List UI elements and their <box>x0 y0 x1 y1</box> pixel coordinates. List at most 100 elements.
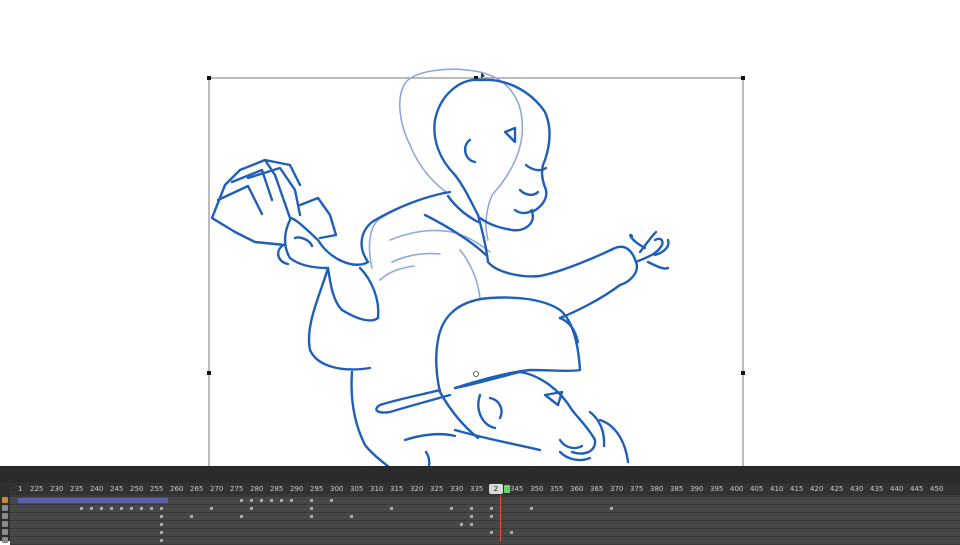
ruler-frame-number: 415 <box>790 485 804 493</box>
ruler-frame-number: 410 <box>770 485 784 493</box>
keyframe[interactable] <box>310 515 313 518</box>
keyframe[interactable] <box>470 515 473 518</box>
drawing-canvas[interactable] <box>0 0 960 466</box>
keyframe[interactable] <box>90 507 93 510</box>
keyframe[interactable] <box>270 499 273 502</box>
ruler-frame-number: 290 <box>290 485 304 493</box>
ruler-frame-number: 250 <box>130 485 144 493</box>
keyframe[interactable] <box>160 539 163 542</box>
keyframe[interactable] <box>110 507 113 510</box>
transform-handle-tl[interactable] <box>207 76 211 80</box>
ruler-frame-number: 390 <box>690 485 704 493</box>
transform-handle-ml[interactable] <box>207 371 211 375</box>
ruler-frame-number: 345 <box>510 485 524 493</box>
keyframe[interactable] <box>210 507 213 510</box>
layer-track[interactable] <box>10 521 960 529</box>
keyframe[interactable] <box>140 507 143 510</box>
ruler-frame-number: 385 <box>670 485 684 493</box>
keyframe[interactable] <box>280 499 283 502</box>
keyframe[interactable] <box>490 531 493 534</box>
ruler-frame-number: 430 <box>850 485 864 493</box>
lock-icon[interactable] <box>2 513 8 519</box>
keyframe[interactable] <box>80 507 83 510</box>
ruler-frame-number: 270 <box>210 485 224 493</box>
ruler-frame-number: 380 <box>650 485 664 493</box>
layer-track[interactable] <box>10 513 960 521</box>
keyframe[interactable] <box>310 499 313 502</box>
keyframe[interactable] <box>190 515 193 518</box>
ruler-frame-number: 445 <box>910 485 924 493</box>
ruler-frame-number: 425 <box>830 485 844 493</box>
lock-icon[interactable] <box>2 505 8 511</box>
keyframe[interactable] <box>450 507 453 510</box>
timeline-toolbar <box>0 467 960 483</box>
layer-row[interactable] <box>10 521 960 529</box>
frame-boundary <box>208 77 744 466</box>
keyframe[interactable] <box>390 507 393 510</box>
ruler-frame-number: 225 <box>30 485 44 493</box>
keyframe[interactable] <box>100 507 103 510</box>
ruler-frame-number: 305 <box>350 485 364 493</box>
ruler-frame-number: 435 <box>870 485 884 493</box>
ruler-frame-number: 375 <box>630 485 644 493</box>
keyframe[interactable] <box>160 507 163 510</box>
keyframe[interactable] <box>290 499 293 502</box>
keyframe[interactable] <box>150 507 153 510</box>
ruler-frame-number: 260 <box>170 485 184 493</box>
keyframe[interactable] <box>530 507 533 510</box>
keyframe[interactable] <box>120 507 123 510</box>
layer-frame-range[interactable] <box>18 498 168 503</box>
lock-icon[interactable] <box>2 537 8 543</box>
layer-track[interactable] <box>10 537 960 545</box>
keyframe[interactable] <box>260 499 263 502</box>
ruler-frame-number: 360 <box>570 485 584 493</box>
keyframe[interactable] <box>460 523 463 526</box>
keyframe[interactable] <box>240 515 243 518</box>
frame-ruler[interactable]: 1 225 230 235 240 245 250 255 260 265 270 275 280 285… <box>0 483 960 495</box>
layer-row[interactable] <box>10 505 960 513</box>
keyframe[interactable] <box>310 507 313 510</box>
keyframe[interactable] <box>350 515 353 518</box>
keyframe[interactable] <box>490 507 493 510</box>
playhead-line <box>500 495 501 541</box>
layer-track[interactable] <box>10 529 960 537</box>
ruler-frame-number: 325 <box>430 485 444 493</box>
layer-row[interactable] <box>10 537 960 545</box>
ruler-frame-number: 1 <box>18 485 23 493</box>
keyframe[interactable] <box>160 515 163 518</box>
timeline-panel[interactable]: 1 225 230 235 240 245 250 255 260 265 270 275 280 285… <box>0 466 960 545</box>
ruler-frame-number: 280 <box>250 485 264 493</box>
ruler-frame-number: 240 <box>90 485 104 493</box>
ruler-frame-number: 355 <box>550 485 564 493</box>
keyframe[interactable] <box>330 499 333 502</box>
ruler-frame-number: 310 <box>370 485 384 493</box>
playhead-handle[interactable]: 2 <box>489 484 503 494</box>
keyframe[interactable] <box>130 507 133 510</box>
ruler-frame-number: 395 <box>710 485 724 493</box>
keyframe[interactable] <box>160 523 163 526</box>
keyframe[interactable] <box>240 499 243 502</box>
frame-range-end-marker[interactable] <box>504 485 510 493</box>
ruler-frame-number: 405 <box>750 485 764 493</box>
ruler-frame-number: 400 <box>730 485 744 493</box>
ruler-frame-number: 245 <box>110 485 124 493</box>
layer-row[interactable] <box>10 497 960 505</box>
layer-row[interactable] <box>10 529 960 537</box>
lock-icon[interactable] <box>2 529 8 535</box>
keyframe[interactable] <box>250 507 253 510</box>
lock-icon[interactable] <box>2 497 8 503</box>
ruler-frame-number: 320 <box>410 485 424 493</box>
keyframe[interactable] <box>160 531 163 534</box>
lock-icon[interactable] <box>2 521 8 527</box>
keyframe[interactable] <box>510 531 513 534</box>
layer-row[interactable] <box>10 513 960 521</box>
stage[interactable] <box>0 0 960 466</box>
transform-handle-mr[interactable] <box>741 371 745 375</box>
transform-handle-tr[interactable] <box>741 76 745 80</box>
keyframe[interactable] <box>610 507 613 510</box>
keyframe[interactable] <box>490 515 493 518</box>
keyframe[interactable] <box>470 507 473 510</box>
ruler-frame-number: 235 <box>70 485 84 493</box>
keyframe[interactable] <box>470 523 473 526</box>
keyframe[interactable] <box>250 499 253 502</box>
